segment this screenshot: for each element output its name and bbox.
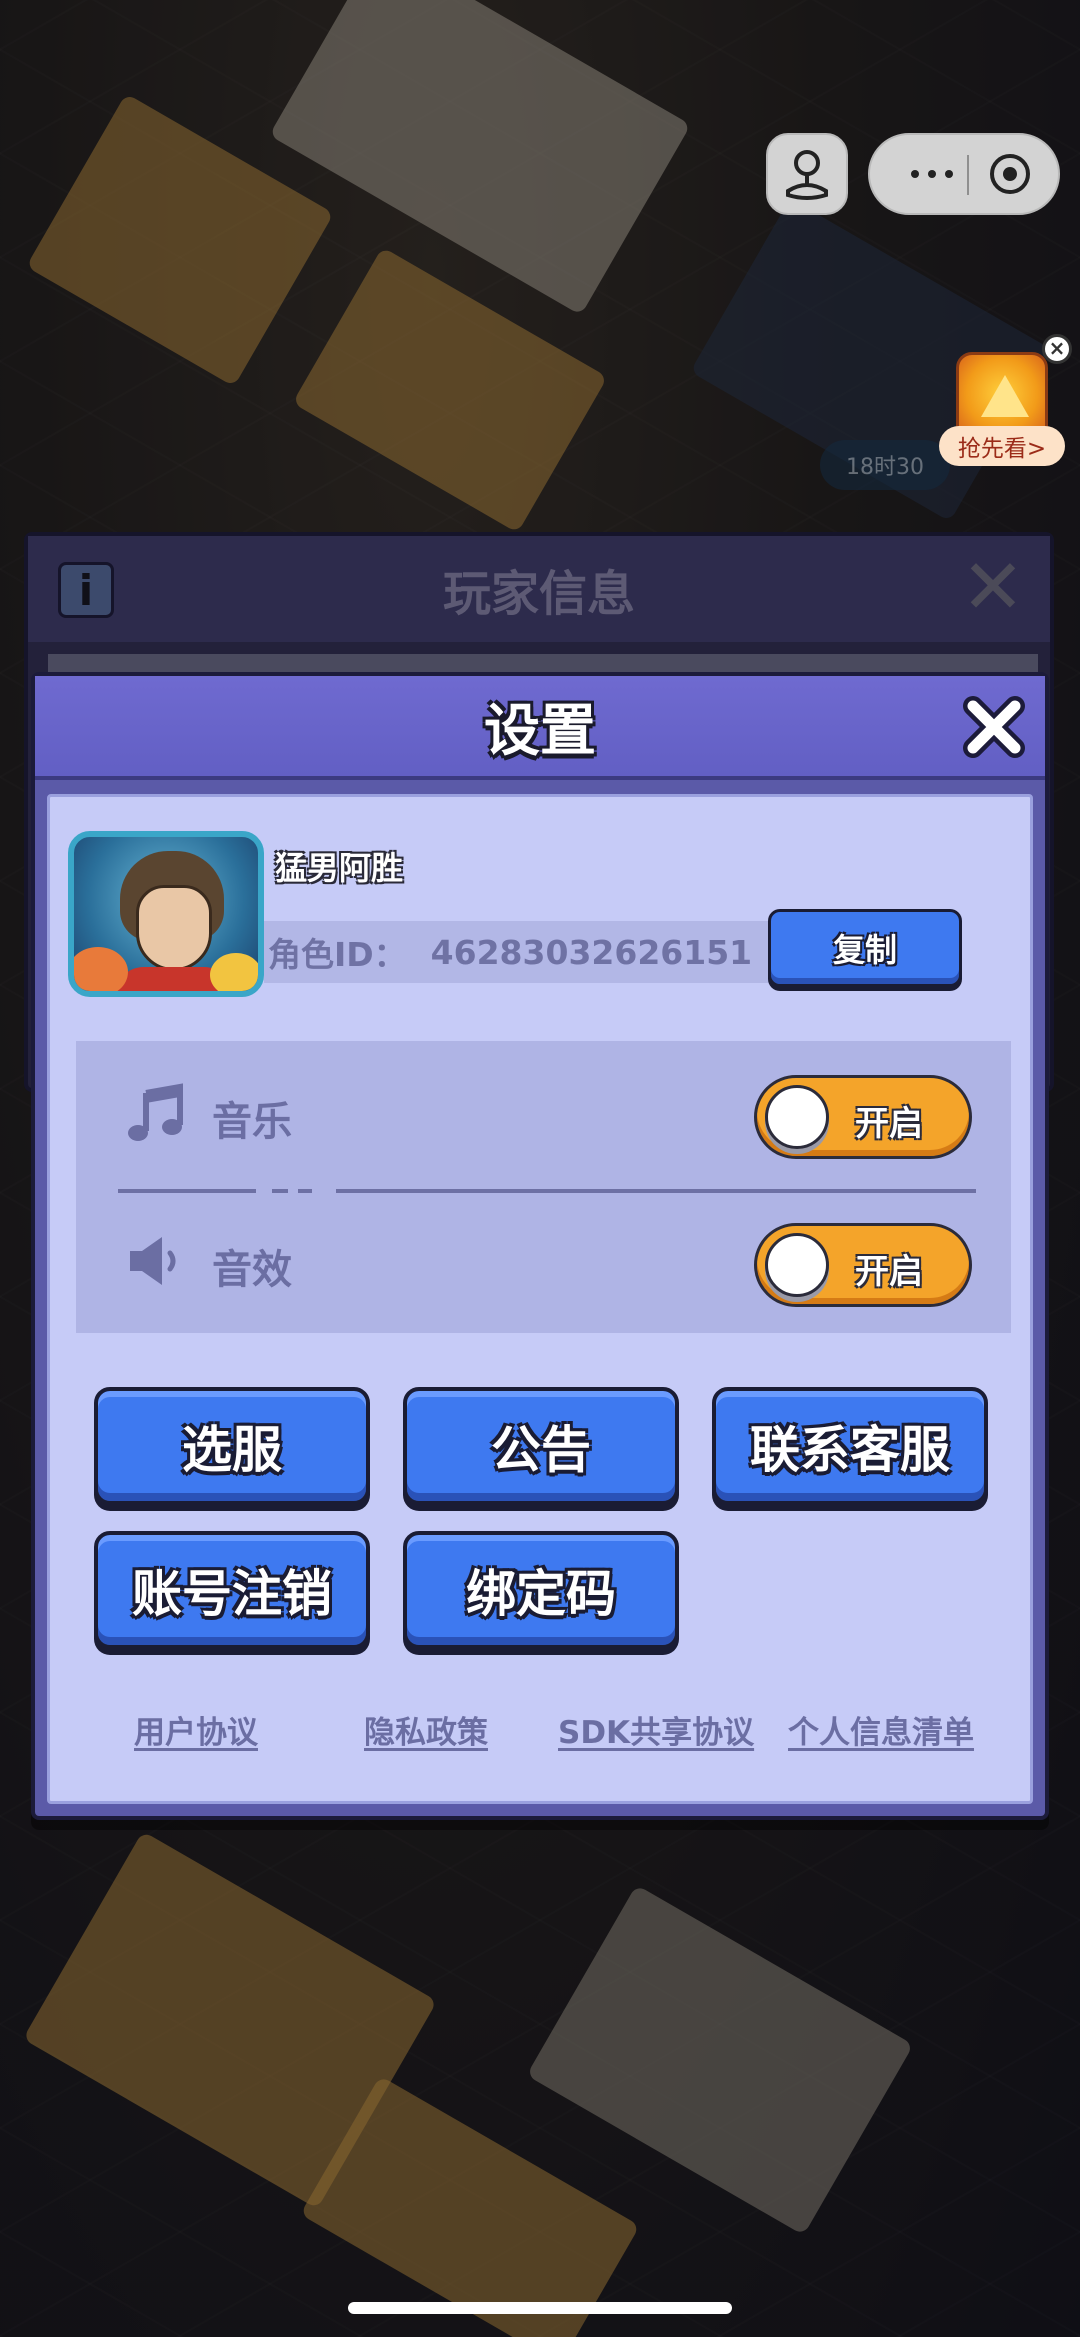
legal-links: 用户协议 隐私政策 SDK共享协议 个人信息清单: [50, 1707, 1036, 1757]
avatar-frame-coral: [210, 953, 258, 991]
close-icon: [963, 696, 1025, 758]
avatar-frame-coral: [74, 947, 128, 991]
notice-button[interactable]: 公告: [403, 1387, 679, 1505]
music-row: 音乐 开启: [76, 1061, 1011, 1161]
player-nickname: 猛男阿胜: [275, 849, 404, 887]
event-timer: 18时30: [820, 440, 950, 490]
privacy-policy-link[interactable]: 隐私政策: [364, 1707, 488, 1752]
promo-close-icon[interactable]: ×: [1042, 334, 1072, 364]
music-note-icon: [128, 1083, 183, 1141]
player-avatar: [68, 831, 264, 997]
music-toggle[interactable]: 开启: [754, 1075, 972, 1159]
more-icon[interactable]: [892, 135, 972, 213]
sfx-label: 音效: [212, 1247, 292, 1293]
game-avatar-button[interactable]: [766, 133, 848, 215]
copy-id-button[interactable]: 复制: [768, 909, 962, 987]
bind-code-button[interactable]: 绑定码: [403, 1531, 679, 1649]
toggle-knob: [765, 1085, 829, 1149]
mini-program-capsule: [868, 133, 1060, 215]
user-agreement-link[interactable]: 用户协议: [134, 1707, 258, 1752]
sfx-toggle-state: 开启: [855, 1252, 923, 1292]
avatar-face: [136, 885, 212, 971]
music-label: 音乐: [212, 1099, 292, 1145]
promo-label: 抢先看>: [939, 426, 1065, 466]
settings-body: 猛男阿胜 角色ID： 46283032626151 复制 音乐 开启 音效 开启…: [47, 794, 1033, 1804]
sfx-row: 音效 开启: [76, 1209, 1011, 1309]
select-server-button[interactable]: 选服: [94, 1387, 370, 1505]
settings-dialog: 设置 猛男阿胜 角色ID： 46283032626151 复制 音乐 开启 音效…: [31, 672, 1049, 1820]
role-id-bar: 角色ID： 46283032626151: [264, 921, 774, 983]
sound-settings: 音乐 开启 音效 开启: [76, 1041, 1011, 1333]
customer-service-button[interactable]: 联系客服: [712, 1387, 988, 1505]
music-toggle-state: 开启: [855, 1104, 923, 1144]
info-icon: i: [58, 562, 114, 618]
settings-title: 设置: [484, 698, 596, 764]
joystick-icon: [786, 150, 828, 200]
promo-float[interactable]: 抢先看> ×: [936, 334, 1072, 470]
role-id-label: 角色ID：: [268, 935, 407, 974]
home-indicator[interactable]: [348, 2302, 732, 2314]
settings-header: 设置: [35, 676, 1045, 780]
speaker-icon: [130, 1237, 176, 1285]
sfx-toggle[interactable]: 开启: [754, 1223, 972, 1307]
player-info-close-icon[interactable]: ✕: [958, 549, 1028, 625]
exit-mini-program-icon[interactable]: [990, 154, 1030, 194]
sound-divider: [118, 1189, 976, 1193]
personal-info-list-link[interactable]: 个人信息清单: [788, 1707, 974, 1752]
player-info-header: i 玩家信息 ✕: [28, 536, 1050, 642]
role-id-value: 46283032626151: [430, 932, 753, 972]
toggle-knob: [765, 1233, 829, 1297]
player-info-title: 玩家信息: [442, 566, 635, 622]
capsule-divider: [967, 155, 969, 195]
settings-close-button[interactable]: [957, 690, 1031, 764]
sdk-sharing-link[interactable]: SDK共享协议: [558, 1707, 754, 1752]
delete-account-button[interactable]: 账号注销: [94, 1531, 370, 1649]
